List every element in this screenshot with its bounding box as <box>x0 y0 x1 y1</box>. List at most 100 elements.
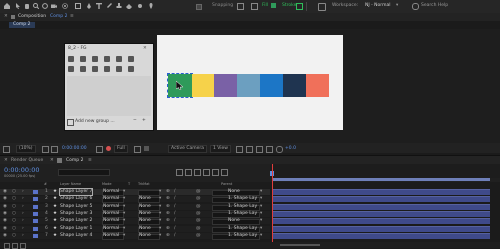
visibility-eye-icon[interactable]: ◉ <box>3 204 7 210</box>
toggle-modes-icon[interactable] <box>12 243 18 249</box>
fill-icon[interactable] <box>68 66 74 72</box>
label-color-swatch[interactable] <box>33 226 38 231</box>
layer-duration-bar[interactable] <box>272 218 490 225</box>
parent-chevron-icon[interactable]: ▾ <box>260 226 262 232</box>
brush-tool-icon[interactable] <box>106 3 112 9</box>
parent-chevron-icon[interactable]: ▾ <box>260 233 262 239</box>
layer-search-input[interactable] <box>58 169 110 176</box>
expand-chevron-icon[interactable]: › <box>22 204 24 210</box>
pen-tool-icon[interactable] <box>86 3 92 9</box>
layer-duration-bar[interactable] <box>272 225 490 232</box>
layer-duration-bar[interactable] <box>272 210 490 217</box>
parent-dropdown[interactable]: 1. Shape Lay <box>228 233 257 239</box>
stroke-label[interactable]: Stroke <box>282 3 296 9</box>
trkmat-chevron-icon[interactable]: ▾ <box>159 233 161 239</box>
flowchart-icon[interactable] <box>266 146 273 153</box>
puppet-pin-tool-icon[interactable] <box>148 3 154 9</box>
shy-switch-icon[interactable]: ⊕ <box>166 218 170 224</box>
snapping-options-icon[interactable] <box>237 3 244 10</box>
close-panel-icon[interactable]: ✕ <box>4 14 8 20</box>
mode-dropdown[interactable]: Normal <box>103 233 119 239</box>
region-of-interest-icon[interactable] <box>134 146 141 153</box>
solo-icon[interactable]: ○ <box>12 211 16 217</box>
workspace-chevron-icon[interactable]: ▾ <box>396 3 398 9</box>
mode-chevron-icon[interactable]: ▾ <box>123 226 125 232</box>
label-color-swatch[interactable] <box>33 190 38 194</box>
layer-name[interactable]: Shape Layer 5 <box>60 204 92 210</box>
parent-chevron-icon[interactable]: ▾ <box>260 189 262 195</box>
mode-dropdown[interactable]: Normal <box>103 226 119 232</box>
toggle-pixel-aspect-icon[interactable] <box>236 146 243 153</box>
solo-icon[interactable]: ○ <box>12 218 16 224</box>
solo-icon[interactable]: ○ <box>12 233 16 239</box>
parent-dropdown[interactable]: 1. Shape Lay <box>228 211 257 217</box>
remove-group-icon[interactable]: − <box>133 118 137 124</box>
folder-icon[interactable] <box>67 119 74 126</box>
sync-icon[interactable] <box>318 3 326 11</box>
snapping-edges-icon[interactable] <box>251 3 258 10</box>
timeline-timecode[interactable]: 0:00:00:00 <box>4 167 40 174</box>
parent-chevron-icon[interactable]: ▾ <box>260 211 262 217</box>
column-layer-name[interactable]: Layer Name <box>60 182 81 187</box>
tab-render-close-icon[interactable]: ✕ <box>4 158 8 164</box>
zoom-tool-icon[interactable] <box>33 3 39 9</box>
parent-pickwhip-icon[interactable]: @ <box>196 196 201 202</box>
layer-duration-bar[interactable] <box>272 196 490 203</box>
grid-guide-icon[interactable] <box>42 146 49 153</box>
trkmat-dropdown[interactable]: None <box>139 196 151 202</box>
transparency-grid-icon[interactable] <box>144 146 149 151</box>
mode-dropdown[interactable]: Normal <box>103 196 119 202</box>
tab-comp-lock-icon[interactable] <box>57 158 62 163</box>
layer-name[interactable]: Shape Layer 2 <box>60 218 92 224</box>
type-tool-icon[interactable] <box>96 3 102 9</box>
parent-chevron-icon[interactable]: ▾ <box>260 218 262 224</box>
trkmat-chevron-icon[interactable]: ▾ <box>159 211 161 217</box>
solo-icon[interactable]: ○ <box>12 196 16 202</box>
shy-switch-icon[interactable]: ⊕ <box>166 226 170 232</box>
draft-3d-icon[interactable] <box>185 169 192 176</box>
parent-dropdown[interactable]: 1. Shape Lay <box>228 196 257 202</box>
mode-chevron-icon[interactable]: ▾ <box>123 218 125 224</box>
align-icon[interactable] <box>116 66 122 72</box>
trkmat-dropdown[interactable]: None <box>139 218 151 224</box>
shy-switch-icon[interactable]: ⊕ <box>166 196 170 202</box>
table-row[interactable]: ◉ ○ › 5 ★ Shape Layer 2 Normal ▾ None ▾ ⊕ / @ None ▾ <box>0 218 270 226</box>
table-row[interactable]: ◉ ○ › 7 ★ Shape Layer 4 Normal ▾ None ▾ ⊕ / @1. Shap… <box>0 232 270 240</box>
trkmat-dropdown[interactable]: None <box>139 233 151 239</box>
mode-chevron-icon[interactable]: ▾ <box>123 196 125 202</box>
composition-panel-comp-name[interactable]: Comp 2 <box>50 14 67 20</box>
rectangle-tool-icon[interactable] <box>75 3 81 9</box>
layer-name[interactable]: Shape Layer 6 <box>60 196 92 202</box>
download-icon[interactable] <box>128 56 134 62</box>
visibility-eye-icon[interactable]: ◉ <box>3 211 7 217</box>
resolution-dropdown[interactable]: Full <box>114 145 128 153</box>
parent-dropdown[interactable]: None <box>228 218 240 224</box>
visibility-eye-icon[interactable]: ◉ <box>3 196 7 202</box>
add-group-icon[interactable]: + <box>142 118 146 124</box>
parent-chevron-icon[interactable]: ▾ <box>260 204 262 210</box>
visibility-eye-icon[interactable]: ◉ <box>3 226 7 232</box>
exposure-reset-icon[interactable] <box>276 146 283 153</box>
pan-behind-tool-icon[interactable] <box>62 3 68 9</box>
swap-icon[interactable] <box>92 66 98 72</box>
hand-tool-icon[interactable] <box>24 3 30 9</box>
workspace-dropdown[interactable]: NJ - Normal <box>365 3 390 9</box>
shy-switch-icon[interactable]: ⊕ <box>166 233 170 239</box>
label-color-swatch[interactable] <box>33 219 38 224</box>
parent-pickwhip-icon[interactable]: @ <box>196 189 201 195</box>
trkmat-chevron-icon[interactable]: ▾ <box>159 189 161 195</box>
panel-menu-icon[interactable]: ≡ <box>70 14 74 20</box>
plus-icon[interactable] <box>80 56 86 62</box>
shy-switch-icon[interactable]: ⊕ <box>166 189 170 195</box>
tab-comp-2-timeline[interactable]: Comp 2 <box>66 158 83 164</box>
trkmat-dropdown[interactable]: None <box>139 211 151 217</box>
parent-pickwhip-icon[interactable]: @ <box>196 211 201 217</box>
mode-dropdown[interactable]: Normal <box>103 218 119 224</box>
mode-dropdown[interactable]: Normal <box>103 204 119 210</box>
quality-switch-icon[interactable]: / <box>174 218 176 224</box>
mode-dropdown[interactable]: Normal <box>103 189 119 195</box>
layer-duration-bar[interactable] <box>272 203 490 210</box>
mode-chevron-icon[interactable]: ▾ <box>123 211 125 217</box>
quality-switch-icon[interactable]: / <box>174 189 176 195</box>
search-help-field[interactable]: Search Help <box>421 3 448 9</box>
